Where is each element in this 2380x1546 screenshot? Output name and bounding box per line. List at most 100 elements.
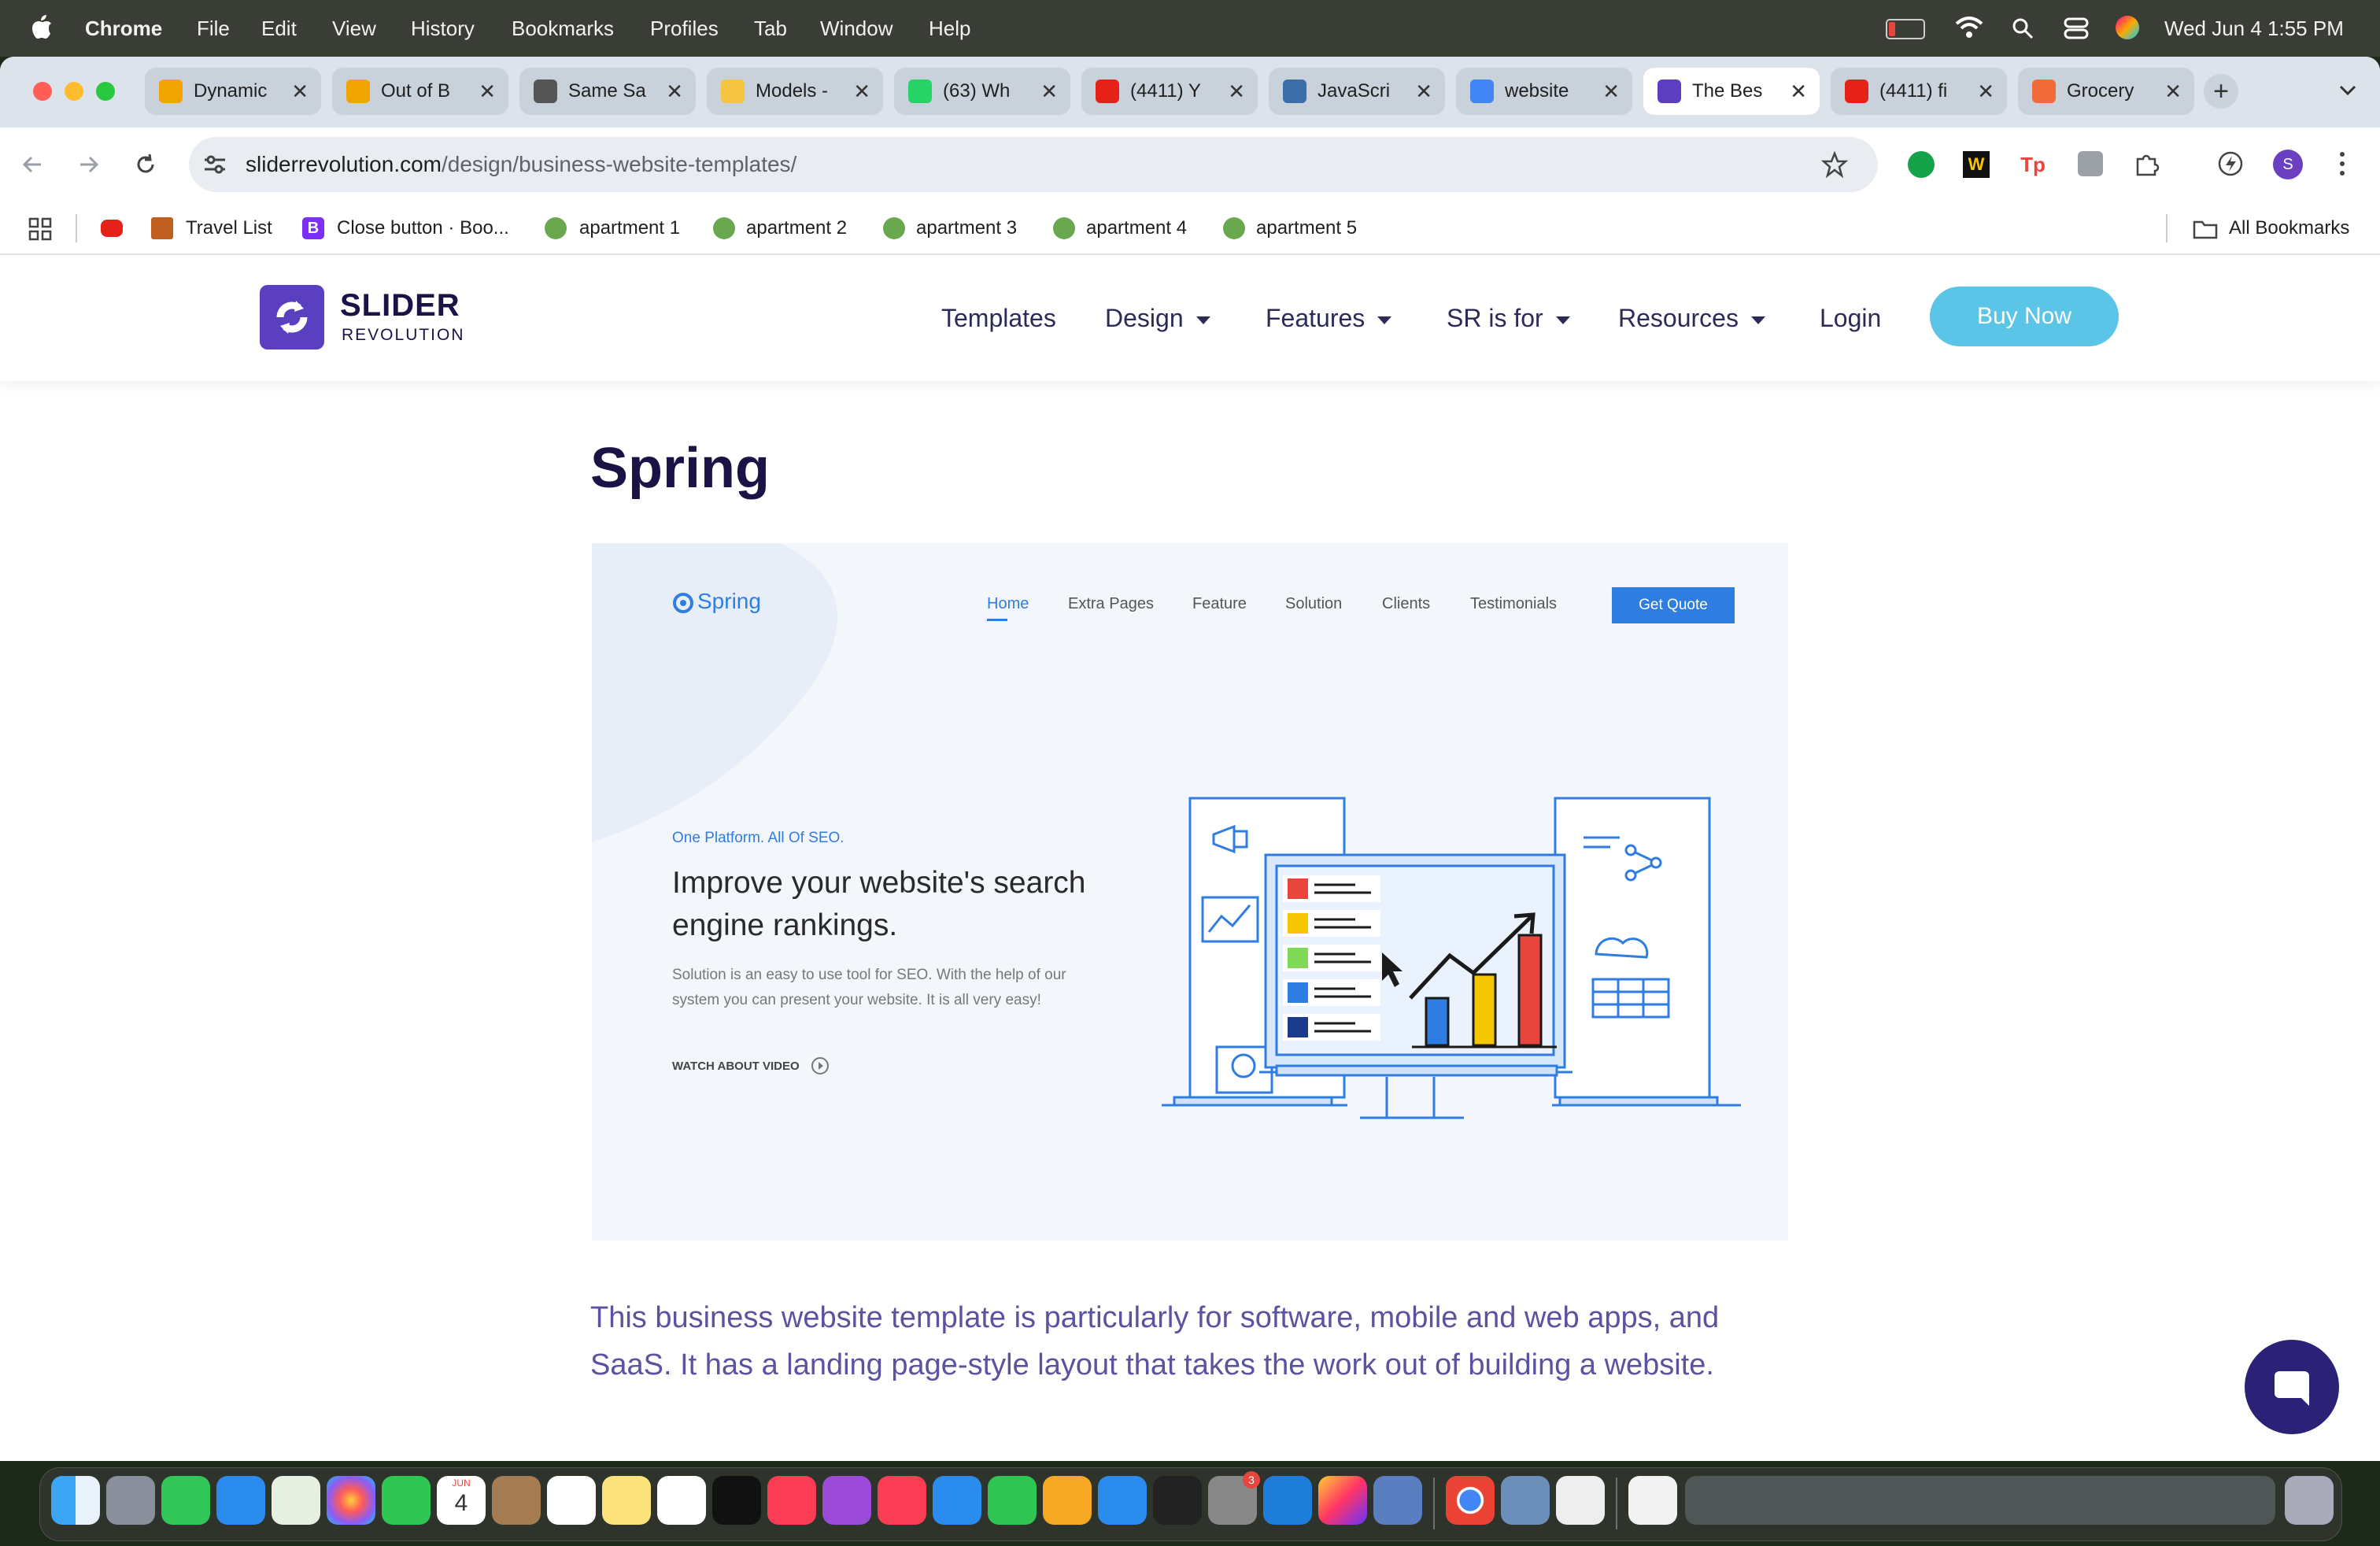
bookmark-apartment-4[interactable]: apartment 4 <box>1086 203 1187 253</box>
apartment-1-icon[interactable] <box>545 217 567 239</box>
browser-menu-icon[interactable] <box>2336 150 2349 178</box>
apps-grid-icon[interactable] <box>28 217 52 241</box>
bookmark-close-button[interactable]: Close button · Boo... <box>337 203 509 253</box>
preview-app-icon[interactable] <box>1501 1476 1550 1525</box>
bookmark-apartment-5[interactable]: apartment 5 <box>1256 203 1357 253</box>
keynote-icon[interactable] <box>933 1476 981 1525</box>
menu-bookmarks[interactable]: Bookmarks <box>512 0 614 57</box>
extension-gray-icon[interactable] <box>2078 151 2103 176</box>
browser-tab[interactable]: The Bes ✕ <box>1643 68 1820 115</box>
travel-list-icon[interactable] <box>151 217 173 239</box>
menu-tab[interactable]: Tab <box>754 0 787 57</box>
messages-icon[interactable] <box>161 1476 210 1525</box>
browser-tab[interactable]: JavaScri ✕ <box>1269 68 1445 115</box>
bookmark-apartment-3[interactable]: apartment 3 <box>916 203 1017 253</box>
facetime-icon[interactable] <box>382 1476 431 1525</box>
tab-close-icon[interactable]: ✕ <box>1602 68 1620 115</box>
pages-icon[interactable] <box>1043 1476 1092 1525</box>
music-icon[interactable] <box>767 1476 816 1525</box>
browser-tab[interactable]: Grocery ✕ <box>2018 68 2194 115</box>
youtube-bookmark-icon[interactable] <box>101 220 123 237</box>
browser-tab[interactable]: (4411) fi ✕ <box>1831 68 2007 115</box>
browser-tab[interactable]: Same Sa ✕ <box>519 68 696 115</box>
zoom-window-button[interactable] <box>96 82 115 101</box>
intellij-icon[interactable] <box>1318 1476 1367 1525</box>
tab-close-icon[interactable]: ✕ <box>291 68 309 115</box>
tab-close-icon[interactable]: ✕ <box>2164 68 2182 115</box>
nav-resources[interactable]: Resources <box>1618 255 1765 381</box>
nav-sr-is-for[interactable]: SR is for <box>1447 255 1570 381</box>
menu-file[interactable]: File <box>197 0 230 57</box>
browser-tab[interactable]: (4411) Y ✕ <box>1081 68 1258 115</box>
menu-edit[interactable]: Edit <box>261 0 297 57</box>
forward-arrow-icon[interactable] <box>77 153 101 176</box>
finder-icon[interactable] <box>51 1476 100 1525</box>
browser-tab[interactable]: Models - ✕ <box>707 68 883 115</box>
tab-close-icon[interactable]: ✕ <box>479 68 496 115</box>
tab-close-icon[interactable]: ✕ <box>1228 68 1245 115</box>
photos-icon[interactable] <box>327 1476 375 1525</box>
slider-revolution-logo-icon[interactable] <box>260 285 324 350</box>
system-settings-icon[interactable]: 3 <box>1208 1471 1260 1525</box>
news-icon[interactable] <box>878 1476 926 1525</box>
numbers-icon[interactable] <box>988 1476 1037 1525</box>
bookmark-travel-list[interactable]: Travel List <box>186 203 272 253</box>
apartment-3-icon[interactable] <box>883 217 905 239</box>
document-icon[interactable] <box>1628 1476 1677 1525</box>
performance-icon[interactable] <box>2216 150 2245 178</box>
podcasts-icon[interactable] <box>822 1476 871 1525</box>
nav-login[interactable]: Login <box>1820 255 1881 381</box>
minimize-window-button[interactable] <box>65 82 83 101</box>
bookmark-star-icon[interactable] <box>1821 151 1848 178</box>
reload-icon[interactable] <box>134 153 157 176</box>
chrome-icon[interactable] <box>1446 1476 1495 1525</box>
reminders-icon[interactable] <box>547 1476 596 1525</box>
tab-close-icon[interactable]: ✕ <box>666 68 683 115</box>
calendar-icon[interactable]: JUN 4 <box>437 1476 486 1525</box>
menu-help[interactable]: Help <box>929 0 970 57</box>
folder-icon[interactable] <box>2193 219 2218 239</box>
nav-features[interactable]: Features <box>1266 255 1392 381</box>
browser-tab[interactable]: (63) Wh ✕ <box>894 68 1070 115</box>
menu-view[interactable]: View <box>332 0 376 57</box>
trash-icon[interactable] <box>2285 1476 2334 1525</box>
close-window-button[interactable] <box>33 82 52 101</box>
tab-close-icon[interactable]: ✕ <box>1415 68 1432 115</box>
extension-w-icon[interactable]: W <box>1963 151 1990 178</box>
contacts-icon[interactable] <box>492 1476 541 1525</box>
minimized-windows[interactable] <box>1685 1476 2275 1525</box>
nav-design[interactable]: Design <box>1105 255 1210 381</box>
terminal-icon[interactable] <box>1153 1476 1202 1525</box>
nav-templates[interactable]: Templates <box>941 255 1056 381</box>
bookmark-apartment-1[interactable]: apartment 1 <box>579 203 680 253</box>
browser-tab[interactable]: Dynamic ✕ <box>145 68 321 115</box>
tab-search-chevron-icon[interactable] <box>2339 85 2356 96</box>
all-bookmarks[interactable]: All Bookmarks <box>2229 203 2349 253</box>
mail-icon[interactable] <box>216 1476 265 1525</box>
profile-avatar[interactable]: S <box>2273 150 2303 179</box>
apartment-2-icon[interactable] <box>713 217 735 239</box>
menu-history[interactable]: History <box>411 0 475 57</box>
chat-widget-button[interactable] <box>2245 1340 2339 1434</box>
apple-icon[interactable] <box>30 13 54 41</box>
maps-icon[interactable] <box>272 1476 320 1525</box>
browser-tab[interactable]: Out of B ✕ <box>332 68 508 115</box>
menu-window[interactable]: Window <box>820 0 893 57</box>
textedit-icon[interactable] <box>1556 1476 1605 1525</box>
buy-now-button[interactable]: Buy Now <box>1930 287 2119 346</box>
vscode-icon[interactable] <box>1263 1476 1312 1525</box>
siri-icon[interactable] <box>2116 16 2139 39</box>
tab-close-icon[interactable]: ✕ <box>1977 68 1994 115</box>
apartment-4-icon[interactable] <box>1053 217 1075 239</box>
extension-tp-icon[interactable]: Tp <box>2020 151 2046 178</box>
notes-icon[interactable] <box>602 1476 651 1525</box>
apple-tv-icon[interactable] <box>712 1476 761 1525</box>
bookmark-apartment-2[interactable]: apartment 2 <box>746 203 847 253</box>
extensions-puzzle-icon[interactable] <box>2133 150 2161 178</box>
wifi-icon[interactable] <box>1955 16 1983 39</box>
app-icon[interactable] <box>1373 1476 1422 1525</box>
spotlight-search-icon[interactable] <box>2012 17 2034 39</box>
address-bar[interactable]: sliderrevolution.com/design/business-web… <box>189 137 1878 192</box>
app-store-icon[interactable] <box>1098 1476 1147 1525</box>
new-tab-button[interactable]: + <box>2204 74 2238 109</box>
